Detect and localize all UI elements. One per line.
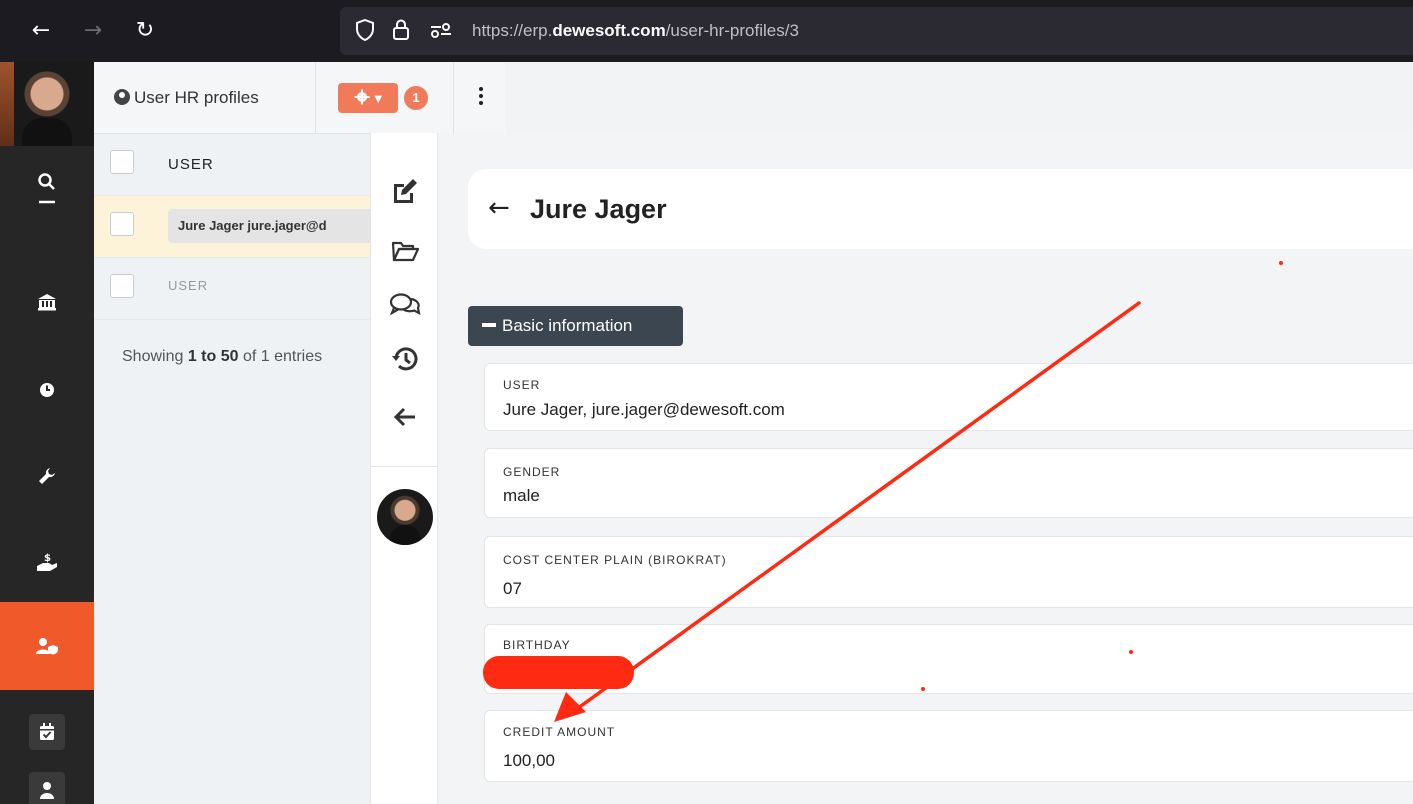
person-icon[interactable] (29, 772, 65, 804)
notification-badge[interactable]: 1 (404, 86, 428, 110)
field-cost-center: COST CENTER PLAIN (BIROKRAT) 07 (484, 536, 1413, 608)
list-body-bg (94, 320, 370, 804)
field-value: 100,00 (503, 751, 555, 770)
section-label: Basic information (502, 316, 633, 335)
bank-icon[interactable] (0, 258, 94, 346)
detail-panel: ← Jure Jager Basic information USER Jure… (438, 133, 1413, 804)
more-options-icon[interactable] (476, 84, 486, 112)
field-label: BIRTHDAY (503, 638, 571, 652)
field-value: 07 (503, 579, 522, 598)
gear-icon (354, 89, 370, 105)
toolbar-divider (453, 62, 454, 134)
field-value: Jure Jager, jure.jager@dewesoft.com (503, 400, 785, 419)
filter-checkbox[interactable] (110, 274, 134, 298)
url-text[interactable]: https://erp.dewesoft.com/user-hr-profile… (472, 21, 799, 41)
url-domain: dewesoft.com (552, 21, 666, 40)
select-all-checkbox[interactable] (110, 150, 134, 174)
field-value: male (503, 486, 540, 505)
back-button[interactable]: ← (26, 16, 56, 46)
main-sidebar: $ (0, 62, 94, 804)
list-title-text: User HR profiles (134, 88, 259, 107)
row-checkbox[interactable] (110, 212, 134, 236)
user-avatar[interactable] (0, 62, 94, 146)
field-label: COST CENTER PLAIN (BIROKRAT) (503, 553, 727, 567)
search-icon[interactable] (0, 146, 94, 234)
browser-toolbar: ← → ↻ https://erp.dewesoft.com/user-hr-p… (0, 0, 1413, 62)
table-row[interactable]: Jure Jager jure.jager@d (94, 196, 378, 258)
field-user: USER Jure Jager, jure.jager@dewesoft.com (484, 363, 1413, 431)
wrench-icon[interactable] (0, 432, 94, 520)
clock-icon[interactable] (0, 346, 94, 434)
comments-icon[interactable] (385, 285, 425, 325)
list-panel: User HR profiles ▼ 1 USER Jure Jager jur… (94, 62, 505, 804)
minus-icon (482, 323, 496, 327)
user-chip[interactable]: Jure Jager jure.jager@d (168, 209, 378, 243)
user-circle-icon (114, 89, 130, 105)
permissions-icon[interactable] (430, 19, 452, 46)
basic-information-toggle[interactable]: Basic information (468, 306, 683, 346)
field-gender: GENDER male (484, 448, 1413, 518)
caret-down-icon: ▼ (374, 94, 383, 105)
list-title[interactable]: User HR profiles (114, 88, 259, 108)
svg-text:$: $ (44, 553, 51, 564)
settings-dropdown-button[interactable]: ▼ (338, 83, 398, 113)
table-header-row: USER (94, 134, 370, 196)
address-bar[interactable]: https://erp.dewesoft.com/user-hr-profile… (340, 7, 1413, 55)
history-icon[interactable] (385, 339, 425, 379)
title-card: ← Jure Jager (468, 169, 1413, 249)
calendar-check-icon[interactable] (29, 714, 65, 750)
showing-suffix: of 1 entries (238, 348, 323, 365)
list-toolbar: User HR profiles ▼ 1 (94, 62, 505, 134)
forward-button[interactable]: → (78, 16, 108, 46)
filter-row: USER (94, 258, 370, 320)
field-birthday: BIRTHDAY (484, 624, 1413, 694)
action-divider (371, 466, 439, 467)
edit-icon[interactable] (385, 171, 425, 211)
lock-icon[interactable] (392, 19, 410, 46)
user-filter-input[interactable]: USER (168, 278, 208, 293)
profile-avatar[interactable] (377, 489, 433, 545)
page-title: Jure Jager (530, 194, 667, 224)
user-shield-icon[interactable] (0, 602, 94, 690)
back-arrow-icon[interactable] (385, 397, 425, 437)
showing-prefix: Showing (122, 348, 188, 365)
back-arrow-icon[interactable]: ← (488, 193, 510, 223)
pagination-info: Showing 1 to 50 of 1 entries (122, 348, 322, 366)
reload-button[interactable]: ↻ (130, 16, 160, 46)
action-column (370, 133, 439, 804)
column-header-user[interactable]: USER (168, 156, 214, 173)
field-credit-amount: CREDIT AMOUNT 100,00 (484, 710, 1413, 782)
url-prefix: https://erp. (472, 21, 553, 40)
shield-icon[interactable] (356, 18, 374, 46)
toolbar-divider (315, 62, 316, 134)
field-label: GENDER (503, 465, 561, 479)
field-label: CREDIT AMOUNT (503, 725, 616, 739)
url-path: /user-hr-profiles/3 (665, 21, 799, 40)
folder-open-icon[interactable] (385, 231, 425, 271)
money-hand-icon[interactable]: $ (0, 518, 94, 606)
field-label: USER (503, 378, 541, 392)
showing-range: 1 to 50 (187, 348, 239, 365)
